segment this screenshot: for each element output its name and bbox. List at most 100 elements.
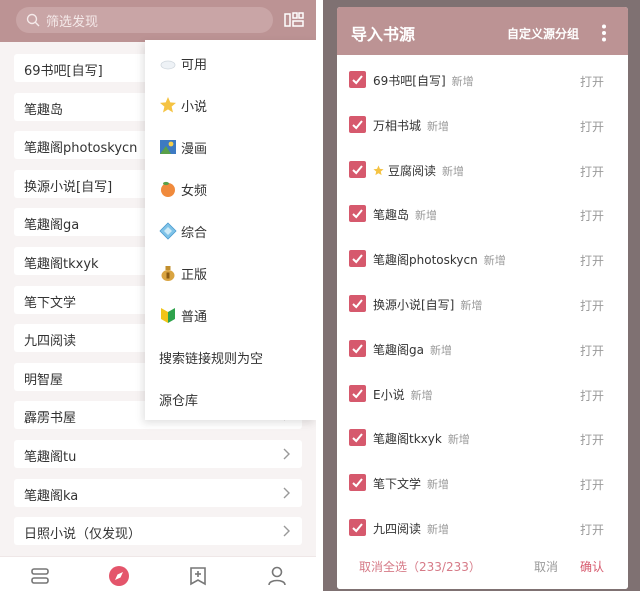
custom-group-button[interactable]: 自定义源分组	[507, 25, 579, 42]
star-icon	[159, 96, 177, 114]
confirm-button[interactable]: 确认	[580, 558, 604, 575]
chevron-right-icon	[283, 448, 290, 460]
list-item[interactable]: 日照小说（仅发现）	[14, 511, 302, 550]
select-checkbox[interactable]	[349, 339, 366, 357]
list-item-label: 笔趣阁tkxyk	[24, 256, 99, 272]
list-item[interactable]: 笔趣阁tu	[14, 434, 302, 473]
checkmark-icon	[352, 523, 363, 533]
open-button[interactable]: 打开	[580, 207, 604, 224]
menu-item-2[interactable]: 小说	[145, 84, 316, 126]
source-name: 万相书城 新增	[373, 117, 449, 134]
menu-item-label: 漫画	[181, 142, 208, 157]
select-checkbox[interactable]	[349, 518, 366, 536]
open-button[interactable]: 打开	[580, 252, 604, 269]
source-name: 笔下文学 新增	[373, 475, 449, 492]
menu-item-label: 女频	[181, 184, 208, 199]
chevron-right-icon	[283, 487, 290, 499]
select-checkbox[interactable]	[349, 474, 366, 492]
search-placeholder: 筛选发现	[46, 15, 99, 30]
new-badge: 新增	[483, 254, 506, 268]
source-name: E小说 新增	[373, 386, 433, 403]
open-button[interactable]: 打开	[580, 387, 604, 404]
group-filter-icon[interactable]	[284, 10, 306, 30]
search-input[interactable]: 筛选发现	[16, 7, 273, 33]
source-name: 换源小说[自写] 新增	[373, 296, 482, 313]
open-button[interactable]: 打开	[580, 342, 604, 359]
list-item-label: 笔趣阁ka	[24, 488, 79, 504]
checkmark-icon	[352, 478, 363, 488]
new-badge: 新增	[460, 298, 483, 312]
open-button[interactable]: 打开	[580, 73, 604, 90]
source-name: 笔趣岛 新增	[373, 206, 437, 223]
select-checkbox[interactable]	[349, 384, 366, 402]
checkmark-icon	[352, 388, 363, 399]
checkmark-icon	[352, 344, 363, 354]
menu-item-label: 搜索链接规则为空	[159, 352, 264, 367]
select-checkbox[interactable]	[349, 250, 366, 268]
select-checkbox[interactable]	[349, 205, 366, 223]
import-source-row[interactable]: 笔下文学 新增 打开	[337, 460, 628, 505]
more-vert-icon[interactable]	[601, 24, 607, 42]
source-name-text: 笔下文学	[373, 477, 422, 492]
checkmark-icon	[352, 209, 363, 219]
list-item[interactable]: 笔趣阁ka	[14, 473, 302, 512]
open-button[interactable]: 打开	[580, 297, 604, 314]
dialog-header: 导入书源 自定义源分组	[337, 7, 628, 55]
deselect-all-button[interactable]: 取消全选（233/233）	[359, 558, 481, 575]
profile-icon[interactable]	[266, 565, 288, 587]
source-name: 豆腐阅读 新增	[373, 162, 464, 179]
menu-item-9[interactable]: 源仓库	[145, 378, 316, 420]
new-badge: 新增	[415, 209, 438, 223]
import-source-row[interactable]: 万相书城 新增 打开	[337, 102, 628, 147]
import-source-row[interactable]: 笔趣阁tkxyk 新增 打开	[337, 415, 628, 460]
menu-item-8[interactable]: 搜索链接规则为空	[145, 336, 316, 378]
import-source-row[interactable]: 笔趣岛 新增 打开	[337, 191, 628, 236]
star-icon	[373, 165, 384, 175]
import-source-list: 69书吧[自写] 新增 打开 万相书城 新增 打开 豆腐阅读 新增 打开 笔趣岛 新增 打开 笔趣阁ph…	[337, 57, 628, 550]
cancel-button[interactable]: 取消	[534, 558, 558, 575]
select-checkbox[interactable]	[349, 429, 366, 447]
menu-item-5[interactable]: 综合	[145, 210, 316, 252]
menu-item-label: 普通	[181, 310, 208, 325]
import-source-row[interactable]: 笔趣阁photoskycn 新增 打开	[337, 236, 628, 281]
select-checkbox[interactable]	[349, 160, 366, 178]
list-item-label: 明智屋	[24, 372, 64, 388]
import-source-row[interactable]: 69书吧[自写] 新增 打开	[337, 57, 628, 102]
menu-item-6[interactable]: 正版	[145, 252, 316, 294]
source-name-text: 笔趣阁tkxyk	[373, 432, 442, 447]
open-button[interactable]: 打开	[580, 431, 604, 448]
list-item-label: 69书吧[自写]	[24, 64, 103, 79]
source-name-text: 万相书城	[373, 118, 422, 133]
bookshelf-icon[interactable]	[29, 565, 51, 587]
import-source-row[interactable]: 笔趣阁ga 新增 打开	[337, 326, 628, 371]
rss-icon[interactable]	[187, 565, 209, 587]
new-badge: 新增	[442, 164, 465, 178]
open-button[interactable]: 打开	[580, 118, 604, 135]
diamond-icon	[159, 222, 177, 240]
menu-item-1[interactable]: 可用	[145, 42, 316, 84]
import-source-row[interactable]: 九四阅读 新增 打开	[337, 505, 628, 550]
open-button[interactable]: 打开	[580, 476, 604, 493]
select-checkbox[interactable]	[349, 294, 366, 312]
discover-icon[interactable]	[108, 565, 130, 587]
select-checkbox[interactable]	[349, 71, 366, 88]
menu-item-3[interactable]: 漫画	[145, 126, 316, 168]
menu-item-label: 小说	[181, 100, 208, 115]
checkmark-icon	[352, 433, 363, 443]
import-source-row[interactable]: 豆腐阅读 新增 打开	[337, 147, 628, 192]
new-badge: 新增	[410, 388, 433, 402]
menu-item-7[interactable]: 普通	[145, 294, 316, 336]
picture-icon	[159, 138, 177, 156]
open-button[interactable]: 打开	[580, 521, 604, 538]
import-source-row[interactable]: E小说 新增 打开	[337, 371, 628, 416]
checkmark-icon	[352, 164, 363, 175]
menu-item-4[interactable]: 女频	[145, 168, 316, 210]
select-checkbox[interactable]	[349, 115, 366, 133]
source-name: 笔趣阁ga 新增	[373, 341, 452, 358]
open-button[interactable]: 打开	[580, 163, 604, 180]
import-source-row[interactable]: 换源小说[自写] 新增 打开	[337, 281, 628, 326]
source-name-text: 笔趣阁photoskycn	[373, 253, 478, 268]
new-badge: 新增	[427, 119, 450, 133]
new-badge: 新增	[447, 433, 470, 447]
list-item-label: 笔趣阁tu	[24, 449, 77, 465]
